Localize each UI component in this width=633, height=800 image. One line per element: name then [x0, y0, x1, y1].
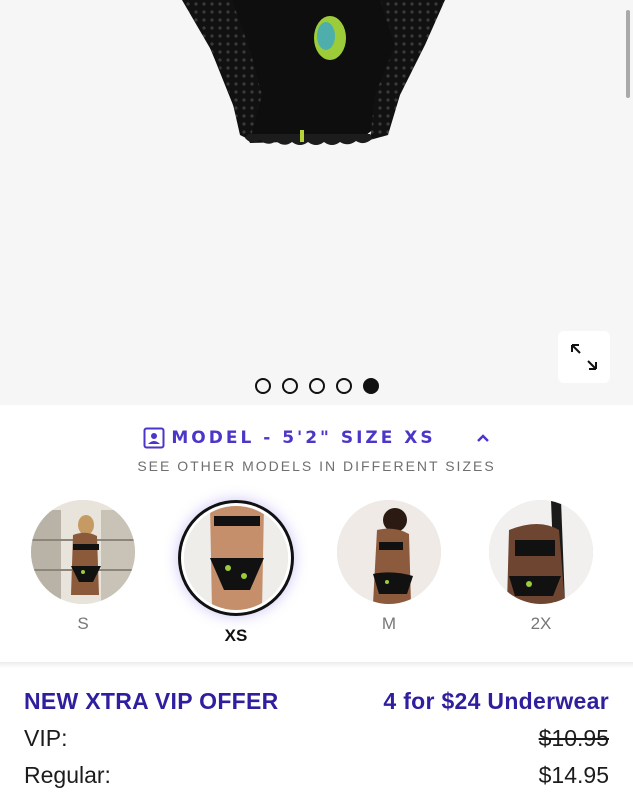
- regular-label: Regular:: [24, 762, 111, 788]
- gallery-pagination: [0, 378, 633, 394]
- gallery-dot-4[interactable]: [335, 378, 352, 394]
- model-option-m[interactable]: M: [329, 500, 449, 634]
- gallery-dot-1[interactable]: [254, 378, 271, 394]
- scrollbar[interactable]: [626, 10, 630, 98]
- chevron-up-icon[interactable]: [476, 431, 490, 445]
- model-avatar: [337, 500, 441, 604]
- selected-ring: [178, 500, 294, 616]
- model-option-s[interactable]: S: [23, 500, 143, 634]
- expand-icon: [571, 344, 597, 370]
- vip-label: VIP:: [24, 725, 68, 751]
- vip-price: $10.95: [538, 725, 609, 751]
- regular-price-row: Regular: $14.95: [24, 762, 609, 789]
- model-subtitle: SEE OTHER MODELS IN DIFFERENT SIZES: [137, 458, 496, 474]
- product-image: [182, 0, 445, 145]
- regular-price: $14.95: [538, 762, 609, 788]
- model-selector: MODEL - 5'2" SIZE XS SEE OTHER MODELS IN…: [0, 405, 633, 665]
- product-image-gallery[interactable]: [0, 0, 633, 405]
- gallery-dot-3[interactable]: [308, 378, 325, 394]
- model-option-xs[interactable]: XS: [176, 500, 296, 646]
- model-avatar: [31, 500, 135, 604]
- section-divider: [0, 662, 633, 668]
- model-size-label: 2X: [530, 614, 552, 633]
- model-title: MODEL - 5'2" SIZE XS: [171, 428, 436, 448]
- offer-row: NEW XTRA VIP OFFER 4 for $24 Underwear: [24, 688, 609, 715]
- model-avatar: [489, 500, 593, 604]
- model-list: S XS M 2X: [0, 500, 633, 650]
- gallery-dot-2[interactable]: [281, 378, 298, 394]
- gallery-dot-5[interactable]: [362, 378, 379, 394]
- model-avatar: [184, 506, 288, 610]
- model-option-2x[interactable]: 2X: [481, 500, 601, 634]
- person-card-icon: [143, 427, 165, 449]
- model-selector-header[interactable]: MODEL - 5'2" SIZE XS: [0, 427, 633, 449]
- vip-price-row: VIP: $10.95: [24, 725, 609, 752]
- offer-deal[interactable]: 4 for $24 Underwear: [383, 688, 609, 715]
- pricing-section: NEW XTRA VIP OFFER 4 for $24 Underwear V…: [24, 688, 609, 789]
- expand-image-button[interactable]: [558, 331, 610, 383]
- offer-title: NEW XTRA VIP OFFER: [24, 688, 279, 714]
- model-size-label: XS: [224, 626, 248, 645]
- model-size-label: S: [77, 614, 89, 633]
- model-size-label: M: [381, 614, 397, 633]
